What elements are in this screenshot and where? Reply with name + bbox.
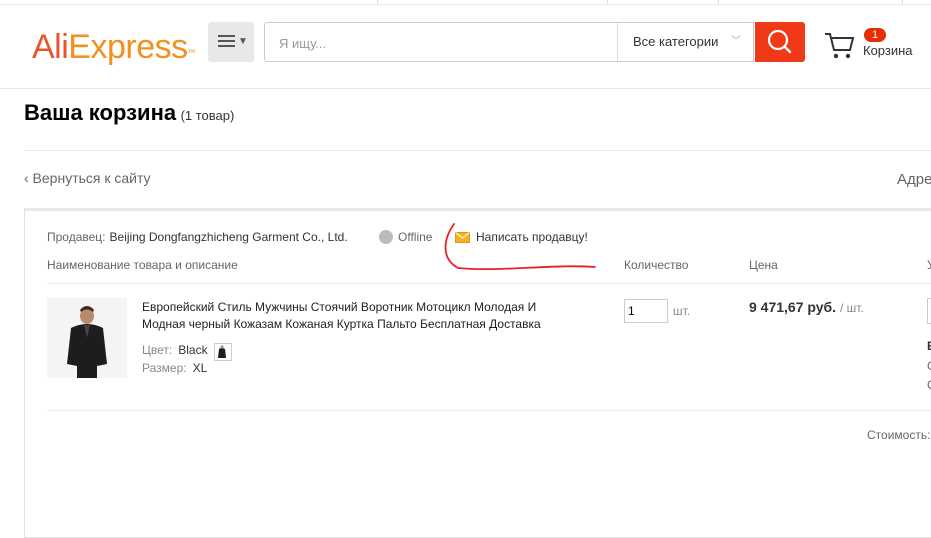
divider (47, 283, 931, 284)
seller-name-link[interactable]: Beijing Dongfangzhicheng Garment Co., Lt… (110, 230, 348, 244)
search-button[interactable] (755, 22, 805, 62)
shipping-text-cut: Е (927, 339, 931, 353)
item-price-value: 9 471,67 руб. (749, 299, 837, 315)
cart-item-count: (1 товар) (180, 108, 235, 123)
color-label: Цвет: (142, 343, 173, 357)
cart-icon (825, 33, 855, 59)
cost-label: Стоимость: (867, 428, 931, 442)
shipping-text-cut: С (927, 378, 931, 392)
category-select[interactable]: Все категории ﹀ (617, 23, 753, 61)
item-price: 9 471,67 руб. / шт. (749, 299, 864, 315)
categories-menu-button[interactable]: ▼ (208, 22, 254, 62)
shipping-select-cut[interactable] (927, 298, 931, 324)
search-input[interactable] (265, 23, 631, 63)
price-per-unit: / шт. (839, 301, 864, 315)
column-header-price: Цена (749, 258, 778, 272)
page-title-row: Ваша корзина (1 товар) (24, 100, 234, 126)
hamburger-icon (218, 35, 235, 47)
top-divider (607, 0, 608, 4)
color-value: Black (178, 343, 208, 357)
product-title-link[interactable]: Европейский Стиль Мужчины Стоячий Воротн… (142, 299, 567, 333)
seller-label: Продавец: (47, 230, 106, 244)
cart-link[interactable]: 1 Корзина (822, 26, 922, 66)
cart-count-badge: 1 (864, 28, 886, 42)
seller-status: Offline (379, 230, 432, 244)
top-divider (718, 0, 719, 4)
column-header-cut: У (927, 258, 931, 272)
color-swatch[interactable] (213, 343, 232, 361)
jacket-model-image (47, 298, 127, 378)
aliexpress-logo[interactable]: AliExpress™ (32, 29, 196, 65)
product-size: Размер: XL (142, 361, 207, 375)
top-divider (377, 0, 378, 4)
search-bar: Все категории ﹀ (264, 22, 754, 63)
address-heading-cut: Адре (897, 171, 931, 188)
red-annotation-scribble (444, 223, 596, 271)
column-header-quantity: Количество (624, 258, 689, 272)
product-color: Цвет: Black (142, 343, 232, 361)
seller-status-text: Offline (398, 230, 433, 244)
caret-down-icon: ▼ (238, 36, 248, 47)
divider (47, 410, 931, 411)
page-title: Ваша корзина (24, 100, 177, 125)
search-icon (767, 29, 792, 54)
top-divider (902, 0, 903, 4)
back-to-site-link[interactable]: ‹ Вернуться к сайту (24, 170, 151, 186)
quantity-input[interactable] (624, 299, 668, 323)
shipping-text-cut: С (927, 359, 931, 373)
column-header-name: Наименование товара и описание (47, 258, 238, 272)
quantity-unit: шт. (673, 304, 691, 318)
size-label: Размер: (142, 361, 187, 375)
offline-status-icon (379, 230, 393, 244)
size-value: XL (192, 361, 208, 375)
category-select-label: Все категории (633, 34, 719, 49)
product-thumbnail[interactable] (47, 298, 127, 378)
seller-info: Продавец: Beijing Dongfangzhicheng Garmen… (47, 230, 348, 244)
cart-label: Корзина (863, 43, 913, 58)
divider (24, 150, 931, 151)
chevron-down-icon: ﹀ (731, 36, 741, 47)
